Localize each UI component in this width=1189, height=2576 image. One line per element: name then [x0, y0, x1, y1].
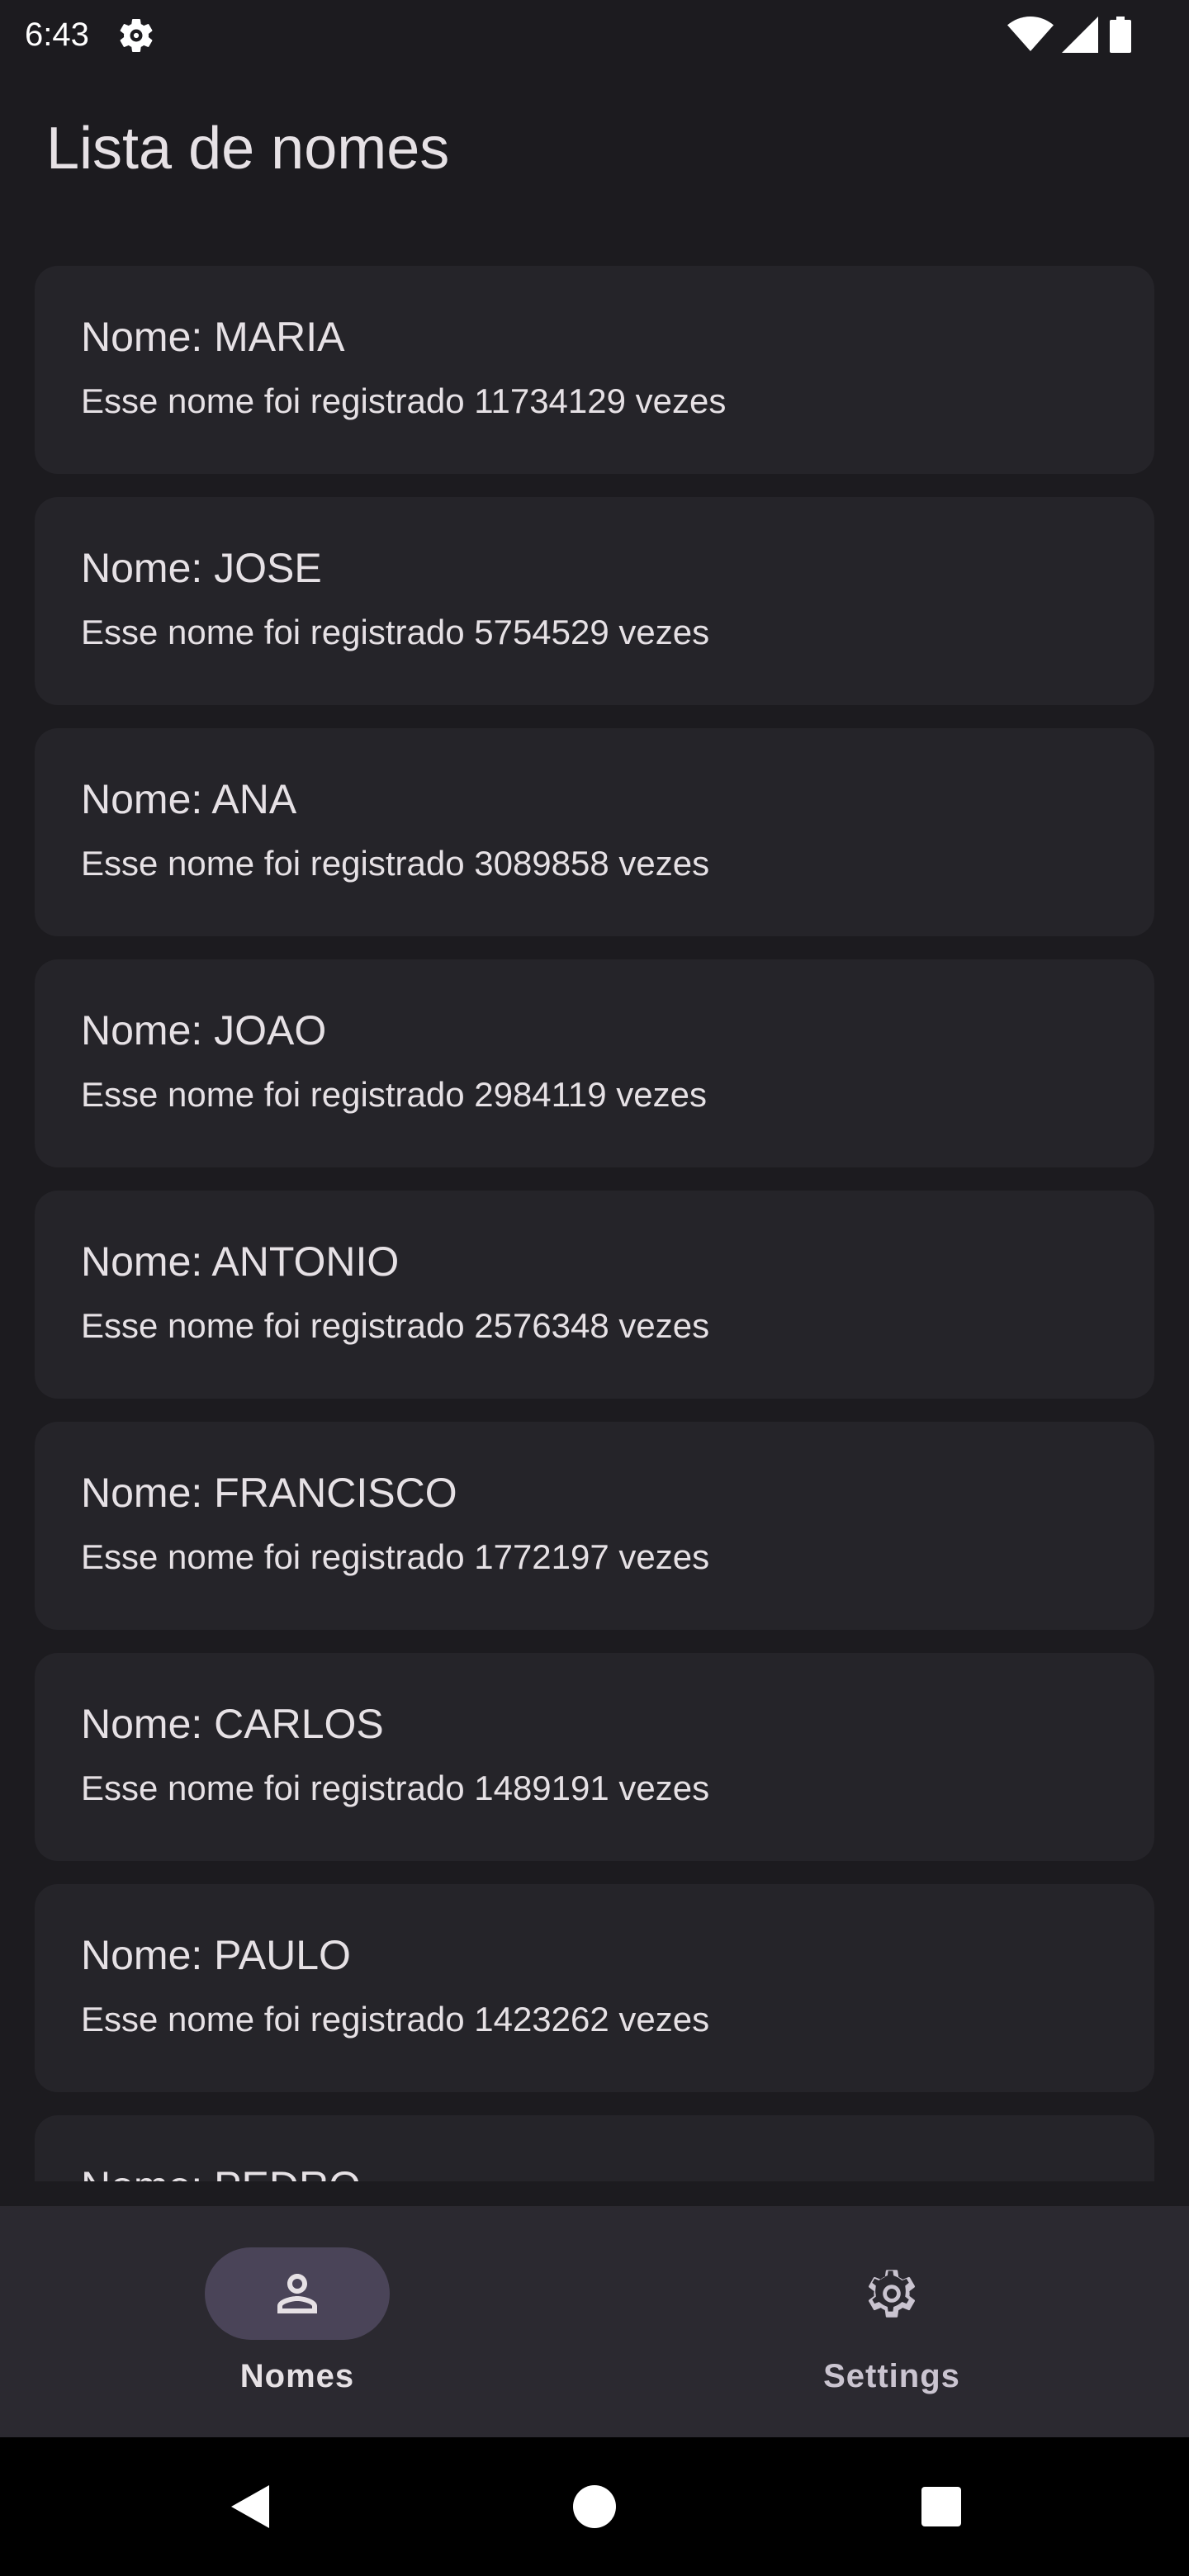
wifi-icon [1007, 17, 1054, 51]
settings-icon [868, 2270, 916, 2318]
card-name: Nome: PEDRO [81, 2160, 361, 2181]
nav-item-nomes[interactable]: Nomes [0, 2206, 594, 2437]
card-name: Nome: ANTONIO [81, 1238, 400, 1285]
name-card[interactable]: Nome: ANTONIO Esse nome foi registrado 2… [35, 1191, 1154, 1399]
name-card[interactable]: Nome: FRANCISCO Esse nome foi registrado… [35, 1422, 1154, 1630]
page-title: Lista de nomes [46, 116, 450, 182]
card-name: Nome: JOAO [81, 1007, 327, 1054]
name-card[interactable]: Nome: MARIA Esse nome foi registrado 117… [35, 266, 1154, 474]
name-card[interactable]: Nome: JOSE Esse nome foi registrado 5754… [35, 497, 1154, 705]
card-name: Nome: ANA [81, 776, 297, 822]
status-time: 6:43 [25, 17, 89, 53]
back-icon[interactable] [206, 2437, 289, 2576]
name-card[interactable]: Nome: PAULO Esse nome foi registrado 142… [35, 1884, 1154, 2092]
card-name: Nome: FRANCISCO [81, 1470, 457, 1516]
name-card[interactable]: Nome: JOAO Esse nome foi registrado 2984… [35, 959, 1154, 1167]
card-description: Esse nome foi registrado 1772197 vezes [81, 1537, 710, 1576]
card-name: Nome: CARLOS [81, 1701, 384, 1747]
nav-label-settings: Settings [823, 2358, 960, 2394]
card-name: Nome: PAULO [81, 1932, 351, 1978]
card-description: Esse nome foi registrado 2576348 vezes [81, 1306, 710, 1345]
card-description: Esse nome foi registrado 3089858 vezes [81, 844, 710, 883]
card-name: Nome: MARIA [81, 314, 345, 360]
status-icons [1007, 17, 1156, 53]
name-card[interactable]: Nome: CARLOS Esse nome foi registrado 14… [35, 1653, 1154, 1861]
settings-gear-icon [120, 18, 153, 52]
card-description: Esse nome foi registrado 11734129 vezes [81, 381, 727, 420]
system-navigation-bar [0, 2437, 1189, 2576]
card-description: Esse nome foi registrado 1489191 vezes [81, 1769, 710, 1807]
home-icon[interactable] [553, 2437, 636, 2576]
name-card[interactable]: Nome: ANA Esse nome foi registrado 30898… [35, 728, 1154, 936]
recents-icon[interactable] [900, 2437, 983, 2576]
card-name: Nome: JOSE [81, 545, 322, 591]
status-bar: 6:43 [0, 0, 1189, 69]
card-description: Esse nome foi registrado 1423262 vezes [81, 2000, 710, 2039]
card-description: Esse nome foi registrado 2984119 vezes [81, 1075, 708, 1114]
bottom-navigation: Nomes Settings [0, 2206, 1189, 2437]
battery-icon [1110, 17, 1131, 53]
nav-label-nomes: Nomes [239, 2358, 355, 2394]
person-icon [277, 2274, 317, 2313]
cellular-signal-icon [1062, 17, 1098, 53]
names-list[interactable]: Nome: MARIA Esse nome foi registrado 117… [0, 248, 1189, 2181]
card-description: Esse nome foi registrado 5754529 vezes [81, 613, 710, 651]
name-card[interactable]: Nome: PEDRO [35, 2115, 1154, 2181]
nav-item-settings[interactable]: Settings [594, 2206, 1189, 2437]
